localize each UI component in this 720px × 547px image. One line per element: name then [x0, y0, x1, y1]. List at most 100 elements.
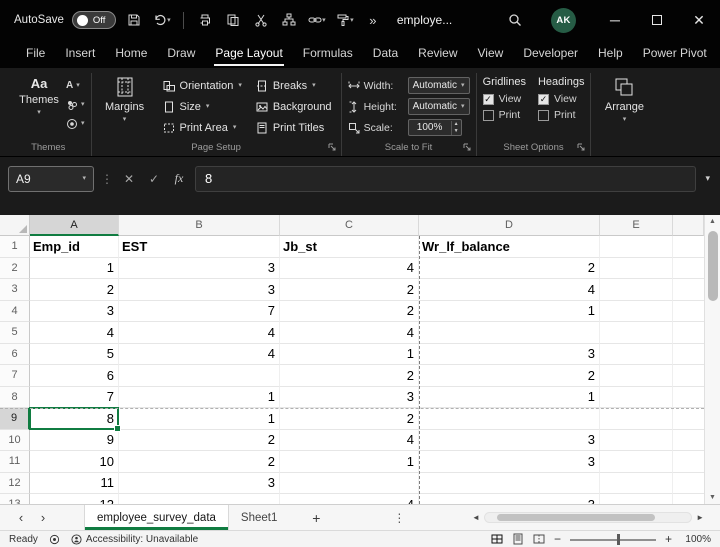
cell-D8[interactable]: 1 [419, 387, 600, 409]
menu-tab-formulas[interactable]: Formulas [293, 40, 363, 68]
zoom-slider-thumb[interactable] [617, 534, 620, 545]
vertical-scrollbar[interactable]: ▲ ▼ [704, 215, 720, 504]
menu-tab-help[interactable]: Help [588, 40, 633, 68]
cell-B11[interactable]: 2 [119, 451, 280, 473]
status-mode[interactable]: Ready [9, 534, 38, 545]
cell-E4[interactable] [600, 301, 673, 323]
cell-D12[interactable] [419, 473, 600, 495]
cell-C13[interactable]: 4 [280, 494, 419, 504]
cell-C4[interactable]: 2 [280, 301, 419, 323]
row-header-5[interactable]: 5 [0, 322, 30, 344]
tab-options-button[interactable]: ⋮ [389, 505, 409, 530]
scale-to-fit-dialog-launcher-icon[interactable] [463, 143, 472, 152]
zoom-slider[interactable] [570, 534, 656, 545]
record-macro-icon[interactable] [49, 534, 60, 545]
row-header-12[interactable]: 12 [0, 473, 30, 495]
cell-A8[interactable]: 7 [30, 387, 119, 409]
cell-B2[interactable]: 3 [119, 258, 280, 280]
cell-C7[interactable]: 2 [280, 365, 419, 387]
cell-E9[interactable] [600, 408, 673, 430]
close-button[interactable]: ✕ [678, 0, 720, 40]
save-icon[interactable] [124, 9, 144, 31]
theme-effects-button[interactable]: ▾ [66, 116, 85, 131]
name-box[interactable]: A9▾ [8, 166, 94, 192]
row-header-1[interactable]: 1 [0, 236, 30, 258]
gridlines-print-option[interactable]: Print [483, 109, 526, 121]
cell-E10[interactable] [600, 430, 673, 452]
column-header-d[interactable]: D [419, 215, 600, 236]
cell-B7[interactable] [119, 365, 280, 387]
spreadsheet-grid[interactable]: ABCDE 1Emp_idESTJb_stWr_lf_balance213423… [0, 215, 704, 504]
scale-up-icon[interactable]: ▲ [452, 121, 461, 128]
row-header-10[interactable]: 10 [0, 430, 30, 452]
gridlines-print-checkbox[interactable] [483, 110, 494, 121]
search-icon[interactable] [505, 9, 525, 31]
horizontal-scrollbar[interactable]: ◄ ► [468, 505, 720, 530]
theme-colors-button[interactable]: ▾ [66, 97, 85, 112]
cell-E3[interactable] [600, 279, 673, 301]
cell-B3[interactable]: 3 [119, 279, 280, 301]
cell-C12[interactable] [280, 473, 419, 495]
menu-tab-view[interactable]: View [468, 40, 514, 68]
cell-E7[interactable] [600, 365, 673, 387]
background-button[interactable]: Background [253, 96, 335, 117]
minimize-button[interactable]: ─ [594, 0, 636, 40]
scroll-down-icon[interactable]: ▼ [705, 494, 720, 501]
format-painter-icon[interactable]: ▾ [335, 9, 355, 31]
vertical-scrollbar-thumb[interactable] [708, 231, 718, 301]
row-header-9[interactable]: 9 [0, 408, 30, 430]
sheet-nav-right-button[interactable]: › [32, 505, 54, 530]
print-icon[interactable] [195, 9, 215, 31]
headings-print-option[interactable]: Print [538, 109, 584, 121]
menu-tab-home[interactable]: Home [105, 40, 157, 68]
select-all-corner[interactable] [0, 215, 30, 236]
cut-icon[interactable] [251, 9, 271, 31]
cell-A9[interactable]: 8 [30, 408, 119, 430]
scroll-left-icon[interactable]: ◄ [468, 513, 484, 522]
menu-tab-power-pivot[interactable]: Power Pivot [633, 40, 717, 68]
headings-view-option[interactable]: View [538, 93, 584, 105]
cell-B1[interactable]: EST [119, 236, 280, 258]
cell-C5[interactable]: 4 [280, 322, 419, 344]
formula-bar-expand-icon[interactable]: ▾ [703, 173, 712, 184]
scale-down-icon[interactable]: ▼ [452, 128, 461, 135]
row-header-4[interactable]: 4 [0, 301, 30, 323]
cell-E6[interactable] [600, 344, 673, 366]
themes-button[interactable]: Aa Themes ▾ [12, 73, 66, 140]
menu-tab-review[interactable]: Review [408, 40, 467, 68]
headings-print-checkbox[interactable] [538, 110, 549, 121]
orientation-button[interactable]: Orientation▾ [160, 75, 245, 96]
cell-A2[interactable]: 1 [30, 258, 119, 280]
print-titles-button[interactable]: Print Titles [253, 117, 335, 138]
menu-tab-data[interactable]: Data [363, 40, 408, 68]
cell-D5[interactable] [419, 322, 600, 344]
cell-A4[interactable]: 3 [30, 301, 119, 323]
margins-button[interactable]: Margins ▾ [98, 73, 152, 138]
cell-C8[interactable]: 3 [280, 387, 419, 409]
add-sheet-button[interactable]: + [303, 505, 329, 530]
sheet-nav-left-button[interactable]: ‹ [10, 505, 32, 530]
cell-C6[interactable]: 1 [280, 344, 419, 366]
formula-bar-handle[interactable]: ⋮ [101, 172, 113, 186]
cell-E11[interactable] [600, 451, 673, 473]
more-commands-icon[interactable]: » [363, 9, 383, 31]
cell-D1[interactable]: Wr_lf_balance [419, 236, 600, 258]
gridlines-view-checkbox[interactable] [483, 94, 494, 105]
insert-function-icon[interactable]: fx [170, 171, 188, 186]
cell-A13[interactable]: 12 [30, 494, 119, 504]
page-break-view-button[interactable] [533, 533, 545, 545]
cell-C10[interactable]: 4 [280, 430, 419, 452]
cancel-icon[interactable]: ✕ [120, 172, 138, 186]
breaks-button[interactable]: Breaks▾ [253, 75, 335, 96]
autosave-toggle[interactable]: Off [72, 11, 116, 29]
sheet-options-dialog-launcher-icon[interactable] [577, 143, 586, 152]
link-icon[interactable]: ▾ [307, 9, 327, 31]
enter-icon[interactable]: ✓ [145, 172, 163, 186]
zoom-in-button[interactable]: + [665, 533, 672, 545]
cell-E2[interactable] [600, 258, 673, 280]
cell-A7[interactable]: 6 [30, 365, 119, 387]
gridlines-view-option[interactable]: View [483, 93, 526, 105]
scroll-right-icon[interactable]: ► [692, 513, 708, 522]
cell-B12[interactable]: 3 [119, 473, 280, 495]
cell-D3[interactable]: 4 [419, 279, 600, 301]
